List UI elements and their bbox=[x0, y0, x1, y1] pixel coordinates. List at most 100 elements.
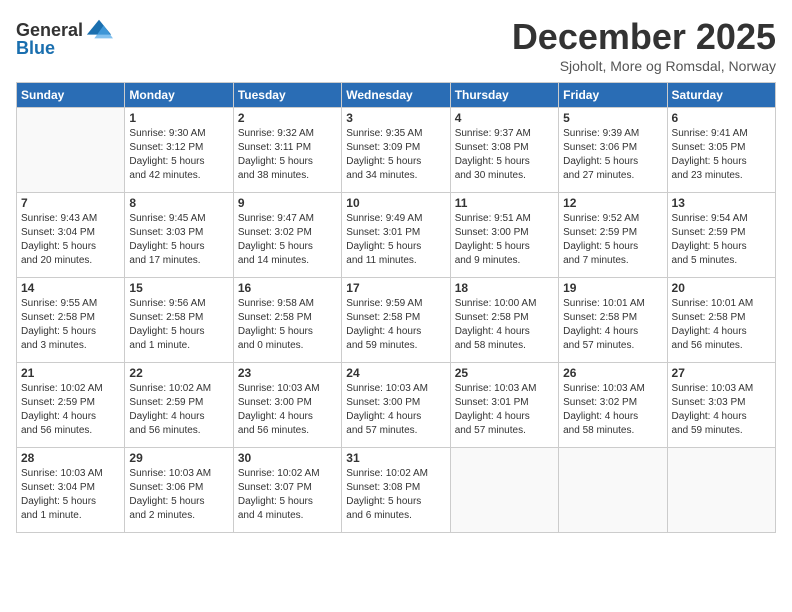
weekday-header-monday: Monday bbox=[125, 83, 233, 108]
day-info: Sunrise: 9:39 AMSunset: 3:06 PMDaylight:… bbox=[563, 127, 662, 183]
day-info: Sunrise: 10:01 AMSunset: 2:58 PMDaylight… bbox=[563, 297, 662, 353]
day-number: 11 bbox=[455, 196, 554, 210]
day-info: Sunrise: 10:03 AMSunset: 3:00 PMDaylight… bbox=[238, 382, 337, 438]
day-info: Sunrise: 9:32 AMSunset: 3:11 PMDaylight:… bbox=[238, 127, 337, 183]
day-info: Sunrise: 10:02 AMSunset: 2:59 PMDaylight… bbox=[129, 382, 228, 438]
calendar-cell: 10Sunrise: 9:49 AMSunset: 3:01 PMDayligh… bbox=[342, 193, 450, 278]
day-number: 31 bbox=[346, 451, 445, 465]
day-number: 16 bbox=[238, 281, 337, 295]
day-number: 28 bbox=[21, 451, 120, 465]
calendar-cell: 5 Sunrise: 9:39 AMSunset: 3:06 PMDaylight… bbox=[559, 108, 667, 193]
calendar-table: SundayMondayTuesdayWednesdayThursdayFrid… bbox=[16, 82, 776, 533]
week-row-5: 28 Sunrise: 10:03 AMSunset: 3:04 PMDaylig… bbox=[17, 448, 776, 533]
day-number: 15 bbox=[129, 281, 228, 295]
day-info: Sunrise: 9:59 AMSunset: 2:58 PMDaylight:… bbox=[346, 297, 445, 353]
calendar-cell: 8 Sunrise: 9:45 AMSunset: 3:03 PMDaylight… bbox=[125, 193, 233, 278]
week-row-3: 14 Sunrise: 9:55 AMSunset: 2:58 PMDayligh… bbox=[17, 278, 776, 363]
day-info: Sunrise: 10:02 AMSunset: 3:08 PMDaylight… bbox=[346, 467, 445, 523]
calendar-cell: 12 Sunrise: 9:52 AMSunset: 2:59 PMDayligh… bbox=[559, 193, 667, 278]
day-number: 5 bbox=[563, 111, 662, 125]
day-info: Sunrise: 9:43 AMSunset: 3:04 PMDaylight:… bbox=[21, 212, 120, 268]
day-info: Sunrise: 9:45 AMSunset: 3:03 PMDaylight:… bbox=[129, 212, 228, 268]
day-number: 8 bbox=[129, 196, 228, 210]
day-info: Sunrise: 9:35 AMSunset: 3:09 PMDaylight:… bbox=[346, 127, 445, 183]
calendar-cell bbox=[17, 108, 125, 193]
day-number: 9 bbox=[238, 196, 337, 210]
calendar-cell: 16 Sunrise: 9:58 AMSunset: 2:58 PMDayligh… bbox=[233, 278, 341, 363]
week-row-4: 21 Sunrise: 10:02 AMSunset: 2:59 PMDaylig… bbox=[17, 363, 776, 448]
day-number: 23 bbox=[238, 366, 337, 380]
calendar-cell: 1Sunrise: 9:30 AMSunset: 3:12 PMDaylight… bbox=[125, 108, 233, 193]
day-info: Sunrise: 10:02 AMSunset: 2:59 PMDaylight… bbox=[21, 382, 120, 438]
calendar-cell: 15 Sunrise: 9:56 AMSunset: 2:58 PMDayligh… bbox=[125, 278, 233, 363]
week-row-1: 1Sunrise: 9:30 AMSunset: 3:12 PMDaylight… bbox=[17, 108, 776, 193]
week-row-2: 7 Sunrise: 9:43 AMSunset: 3:04 PMDaylight… bbox=[17, 193, 776, 278]
calendar-cell: 24 Sunrise: 10:03 AMSunset: 3:00 PMDaylig… bbox=[342, 363, 450, 448]
day-number: 19 bbox=[563, 281, 662, 295]
calendar-cell: 31 Sunrise: 10:02 AMSunset: 3:08 PMDaylig… bbox=[342, 448, 450, 533]
day-info: Sunrise: 9:56 AMSunset: 2:58 PMDaylight:… bbox=[129, 297, 228, 353]
calendar-cell: 23 Sunrise: 10:03 AMSunset: 3:00 PMDaylig… bbox=[233, 363, 341, 448]
logo: General Blue bbox=[16, 16, 113, 59]
day-info: Sunrise: 9:54 AMSunset: 2:59 PMDaylight:… bbox=[672, 212, 771, 268]
calendar-cell: 26 Sunrise: 10:03 AMSunset: 3:02 PMDaylig… bbox=[559, 363, 667, 448]
day-info: Sunrise: 9:41 AMSunset: 3:05 PMDaylight:… bbox=[672, 127, 771, 183]
calendar-cell: 9 Sunrise: 9:47 AMSunset: 3:02 PMDaylight… bbox=[233, 193, 341, 278]
weekday-header-wednesday: Wednesday bbox=[342, 83, 450, 108]
title-block: December 2025 Sjoholt, More og Romsdal, … bbox=[512, 16, 776, 74]
day-info: Sunrise: 10:00 AMSunset: 2:58 PMDaylight… bbox=[455, 297, 554, 353]
day-info: Sunrise: 9:37 AMSunset: 3:08 PMDaylight:… bbox=[455, 127, 554, 183]
day-number: 25 bbox=[455, 366, 554, 380]
calendar-cell bbox=[559, 448, 667, 533]
day-number: 2 bbox=[238, 111, 337, 125]
calendar-cell: 22Sunrise: 10:02 AMSunset: 2:59 PMDaylig… bbox=[125, 363, 233, 448]
calendar-cell: 17Sunrise: 9:59 AMSunset: 2:58 PMDayligh… bbox=[342, 278, 450, 363]
day-info: Sunrise: 9:55 AMSunset: 2:58 PMDaylight:… bbox=[21, 297, 120, 353]
day-number: 12 bbox=[563, 196, 662, 210]
calendar-cell: 28 Sunrise: 10:03 AMSunset: 3:04 PMDaylig… bbox=[17, 448, 125, 533]
day-number: 3 bbox=[346, 111, 445, 125]
weekday-header-saturday: Saturday bbox=[667, 83, 775, 108]
day-info: Sunrise: 10:03 AMSunset: 3:04 PMDaylight… bbox=[21, 467, 120, 523]
calendar-cell bbox=[450, 448, 558, 533]
calendar-cell: 18 Sunrise: 10:00 AMSunset: 2:58 PMDaylig… bbox=[450, 278, 558, 363]
month-title: December 2025 bbox=[512, 16, 776, 58]
day-number: 7 bbox=[21, 196, 120, 210]
calendar-cell bbox=[667, 448, 775, 533]
day-info: Sunrise: 9:49 AMSunset: 3:01 PMDaylight:… bbox=[346, 212, 445, 268]
calendar-cell: 13 Sunrise: 9:54 AMSunset: 2:59 PMDayligh… bbox=[667, 193, 775, 278]
day-info: Sunrise: 10:03 AMSunset: 3:01 PMDaylight… bbox=[455, 382, 554, 438]
calendar-cell: 3 Sunrise: 9:35 AMSunset: 3:09 PMDaylight… bbox=[342, 108, 450, 193]
day-number: 20 bbox=[672, 281, 771, 295]
day-info: Sunrise: 9:47 AMSunset: 3:02 PMDaylight:… bbox=[238, 212, 337, 268]
calendar-cell: 20Sunrise: 10:01 AMSunset: 2:58 PMDaylig… bbox=[667, 278, 775, 363]
weekday-header-sunday: Sunday bbox=[17, 83, 125, 108]
day-number: 14 bbox=[21, 281, 120, 295]
calendar-cell: 4 Sunrise: 9:37 AMSunset: 3:08 PMDaylight… bbox=[450, 108, 558, 193]
day-number: 18 bbox=[455, 281, 554, 295]
calendar-cell: 7 Sunrise: 9:43 AMSunset: 3:04 PMDaylight… bbox=[17, 193, 125, 278]
calendar-cell: 25 Sunrise: 10:03 AMSunset: 3:01 PMDaylig… bbox=[450, 363, 558, 448]
day-info: Sunrise: 9:51 AMSunset: 3:00 PMDaylight:… bbox=[455, 212, 554, 268]
calendar-cell: 2 Sunrise: 9:32 AMSunset: 3:11 PMDaylight… bbox=[233, 108, 341, 193]
logo-icon bbox=[85, 16, 113, 44]
day-info: Sunrise: 10:03 AMSunset: 3:03 PMDaylight… bbox=[672, 382, 771, 438]
day-info: Sunrise: 10:03 AMSunset: 3:02 PMDaylight… bbox=[563, 382, 662, 438]
day-info: Sunrise: 9:58 AMSunset: 2:58 PMDaylight:… bbox=[238, 297, 337, 353]
weekday-header-tuesday: Tuesday bbox=[233, 83, 341, 108]
calendar-cell: 6Sunrise: 9:41 AMSunset: 3:05 PMDaylight… bbox=[667, 108, 775, 193]
day-info: Sunrise: 10:03 AMSunset: 3:00 PMDaylight… bbox=[346, 382, 445, 438]
logo-blue-text: Blue bbox=[16, 38, 55, 59]
calendar-cell: 11 Sunrise: 9:51 AMSunset: 3:00 PMDayligh… bbox=[450, 193, 558, 278]
day-number: 13 bbox=[672, 196, 771, 210]
day-number: 4 bbox=[455, 111, 554, 125]
calendar-cell: 29Sunrise: 10:03 AMSunset: 3:06 PMDaylig… bbox=[125, 448, 233, 533]
day-info: Sunrise: 10:02 AMSunset: 3:07 PMDaylight… bbox=[238, 467, 337, 523]
page-header: General Blue December 2025 Sjoholt, More… bbox=[16, 16, 776, 74]
day-info: Sunrise: 9:30 AMSunset: 3:12 PMDaylight:… bbox=[129, 127, 228, 183]
day-number: 26 bbox=[563, 366, 662, 380]
calendar-cell: 14 Sunrise: 9:55 AMSunset: 2:58 PMDayligh… bbox=[17, 278, 125, 363]
day-info: Sunrise: 9:52 AMSunset: 2:59 PMDaylight:… bbox=[563, 212, 662, 268]
day-number: 21 bbox=[21, 366, 120, 380]
day-number: 24 bbox=[346, 366, 445, 380]
